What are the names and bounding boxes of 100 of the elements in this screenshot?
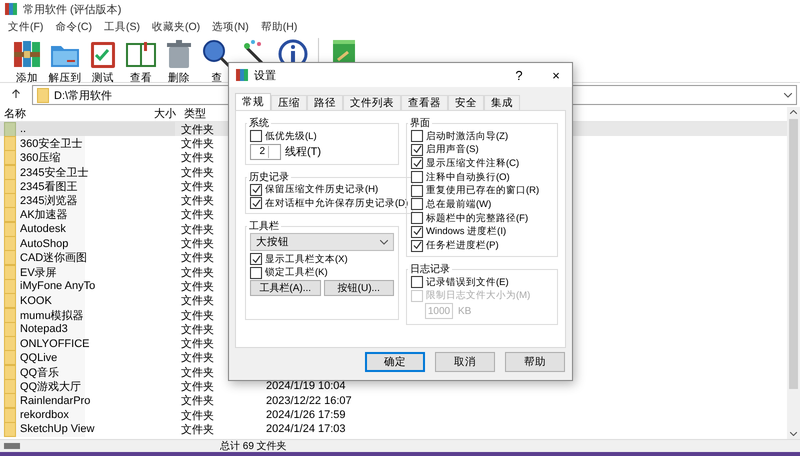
folder-icon [4,122,16,137]
checkbox[interactable]: 启用声音(S) [411,144,553,156]
tab[interactable]: 常规 [235,93,271,110]
file-type: 文件夹 [181,152,214,164]
checkbox[interactable]: 总在最前端(W) [411,198,553,210]
file-type: 文件夹 [181,410,214,422]
checkbox[interactable]: 显示工具栏文本(X) [250,253,394,266]
file-type: 文件夹 [181,180,214,193]
file-type: 文件夹 [181,381,214,393]
window-title: 常用软件 (评估版本) [23,2,122,16]
checkbox[interactable]: 标题栏中的完整路径(F) [411,212,553,224]
menu-item[interactable]: 帮助(H) [254,20,304,34]
settings-button[interactable]: 按钮(U)... [324,280,394,296]
dialog-title: 设置 [254,68,277,82]
scroll-down-icon[interactable] [790,432,797,436]
column-header[interactable]: 名称 [0,107,85,121]
checkbox[interactable]: 启动时激活向导(Z) [411,130,553,142]
column-header[interactable]: 大小 [85,107,180,121]
folder-icon [4,264,16,280]
file-type: 文件夹 [181,338,214,350]
menu-item[interactable]: 命令(C) [49,20,98,34]
menu-item[interactable]: 收藏夹(O) [146,20,206,34]
toolbar-button[interactable]: 删除 [160,38,198,85]
checkbox[interactable]: Windows 进度栏(I) [411,226,553,238]
file-type: 文件夹 [181,238,214,250]
tab[interactable]: 查看器 [401,95,448,110]
folder-icon [4,336,16,352]
file-type: 文件夹 [181,395,214,408]
folder-icon [4,322,16,337]
folder-icon [4,350,16,366]
folder-icon [4,422,16,437]
dialog-button[interactable]: 确定 [365,352,425,372]
dropdown[interactable]: 大按钮 [250,233,394,252]
folder-icon [4,150,16,166]
folder-icon [37,88,49,102]
books-icon [11,38,43,70]
folder-icon [4,236,16,252]
folder-icon [4,308,16,323]
toolbar-button[interactable]: 查 [198,38,236,85]
file-type: 文件夹 [181,280,214,293]
status-text: 总计 69 文件夹 [220,440,287,453]
menu-item[interactable]: 工具(S) [98,20,146,34]
checkbox[interactable]: 任务栏进度栏(P) [411,240,553,252]
file-date: 2024/1/24 17:03 [266,423,346,436]
toolbar-button[interactable]: 添加 [8,38,46,85]
file-type: 文件夹 [181,209,214,222]
toolbar-button[interactable]: 查看 [122,38,160,85]
folder-icon [4,379,16,394]
settings-button[interactable]: 工具栏(A)... [250,280,320,296]
toolbar-button[interactable]: 解压到 [46,38,84,85]
close-button[interactable]: × [540,66,572,84]
checkbox[interactable]: 注释中自动换行(O) [411,171,553,184]
folder-icon [4,136,16,151]
file-type: 文件夹 [181,266,214,279]
app-icon [4,2,18,16]
checkbox[interactable]: 记录错误到文件(E) [411,276,553,288]
chevron-down-icon [784,92,792,98]
chevron-down-icon [380,240,388,245]
file-type: 文件夹 [181,295,214,308]
folder-icon [4,222,16,237]
folder-icon [4,293,16,308]
menu-item[interactable]: 选项(N) [206,20,255,34]
checkbox[interactable]: 重复使用已存在的窗口(R) [411,184,553,197]
file-name[interactable]: KOOK [20,294,52,307]
file-type: 文件夹 [181,166,214,179]
dialog-button[interactable]: 取消 [435,352,495,372]
tab[interactable]: 压缩 [271,95,307,110]
group-title: 历史记录 [247,170,291,184]
group-title: 工具栏 [247,220,281,234]
group-title: 系统 [247,117,271,130]
file-name[interactable]: .. [20,123,26,136]
group-title: 界面 [408,117,432,130]
tab[interactable]: 安全 [448,95,484,110]
checkbox[interactable]: 保留压缩文件历史记录(H) [250,184,408,196]
file-type: 文件夹 [181,224,214,236]
tab[interactable]: 文件列表 [343,95,401,110]
number-field[interactable]: 2 [250,144,281,160]
checkbox[interactable]: 锁定工具栏(K) [250,266,394,279]
file-date: 2024/1/26 17:59 [266,409,346,422]
folder-icon [4,207,16,222]
tab[interactable]: 路径 [307,95,343,110]
file-type: 文件夹 [181,310,214,322]
scrollbar[interactable] [787,107,800,439]
toolbar-button[interactable]: 测试 [84,38,122,85]
file-type: 文件夹 [181,138,214,150]
tab[interactable]: 集成 [484,95,520,110]
file-name[interactable]: QQLive [20,352,58,364]
menu-item[interactable]: 文件(F) [2,20,50,34]
file-type: 文件夹 [181,195,214,208]
up-arrow-icon[interactable] [12,89,20,98]
dialog-button[interactable]: 帮助 [505,352,565,372]
folder-icon [4,250,16,266]
check-icon [252,254,260,264]
help-button[interactable]: ? [503,66,535,84]
folder-icon [4,193,16,208]
file-type: 文件夹 [181,124,214,136]
checkbox[interactable]: 低优先级(L) [250,130,394,142]
checkbox[interactable]: 显示压缩文件注释(C) [411,157,553,170]
file-type: 文件夹 [181,424,214,436]
scroll-up-icon[interactable] [790,110,797,114]
